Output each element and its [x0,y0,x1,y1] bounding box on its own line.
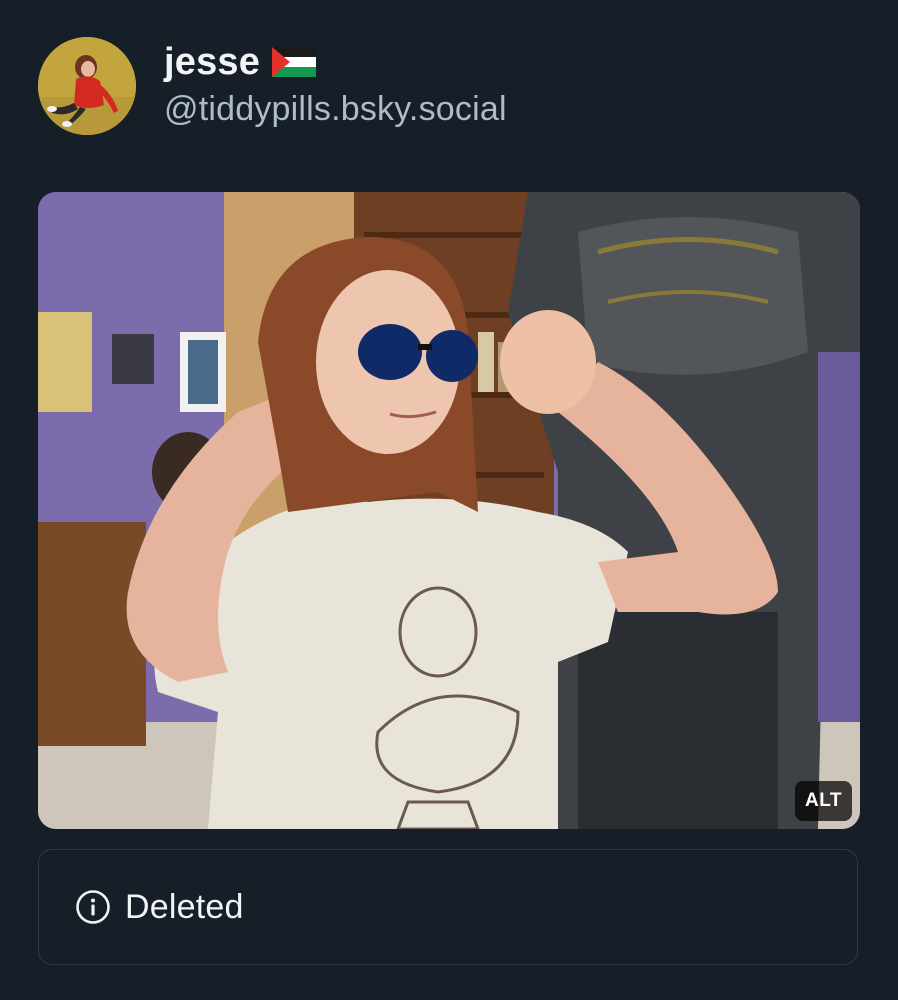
author-name-row[interactable]: jesse [164,38,317,86]
author-handle[interactable]: @tiddypills.bsky.social [164,90,507,129]
avatar[interactable] [38,37,136,135]
post[interactable]: jesse @tiddypills.bsky.social ALT Delete… [0,0,898,1000]
post-image[interactable]: ALT [38,192,860,829]
quoted-post-status: Deleted [125,887,244,926]
alt-text-button[interactable]: ALT [794,781,852,821]
palestine-flag-icon [272,47,317,77]
author-display-name[interactable]: jesse [164,41,260,84]
info-circle-icon [75,889,111,925]
quoted-post-card[interactable]: Deleted [38,849,858,965]
